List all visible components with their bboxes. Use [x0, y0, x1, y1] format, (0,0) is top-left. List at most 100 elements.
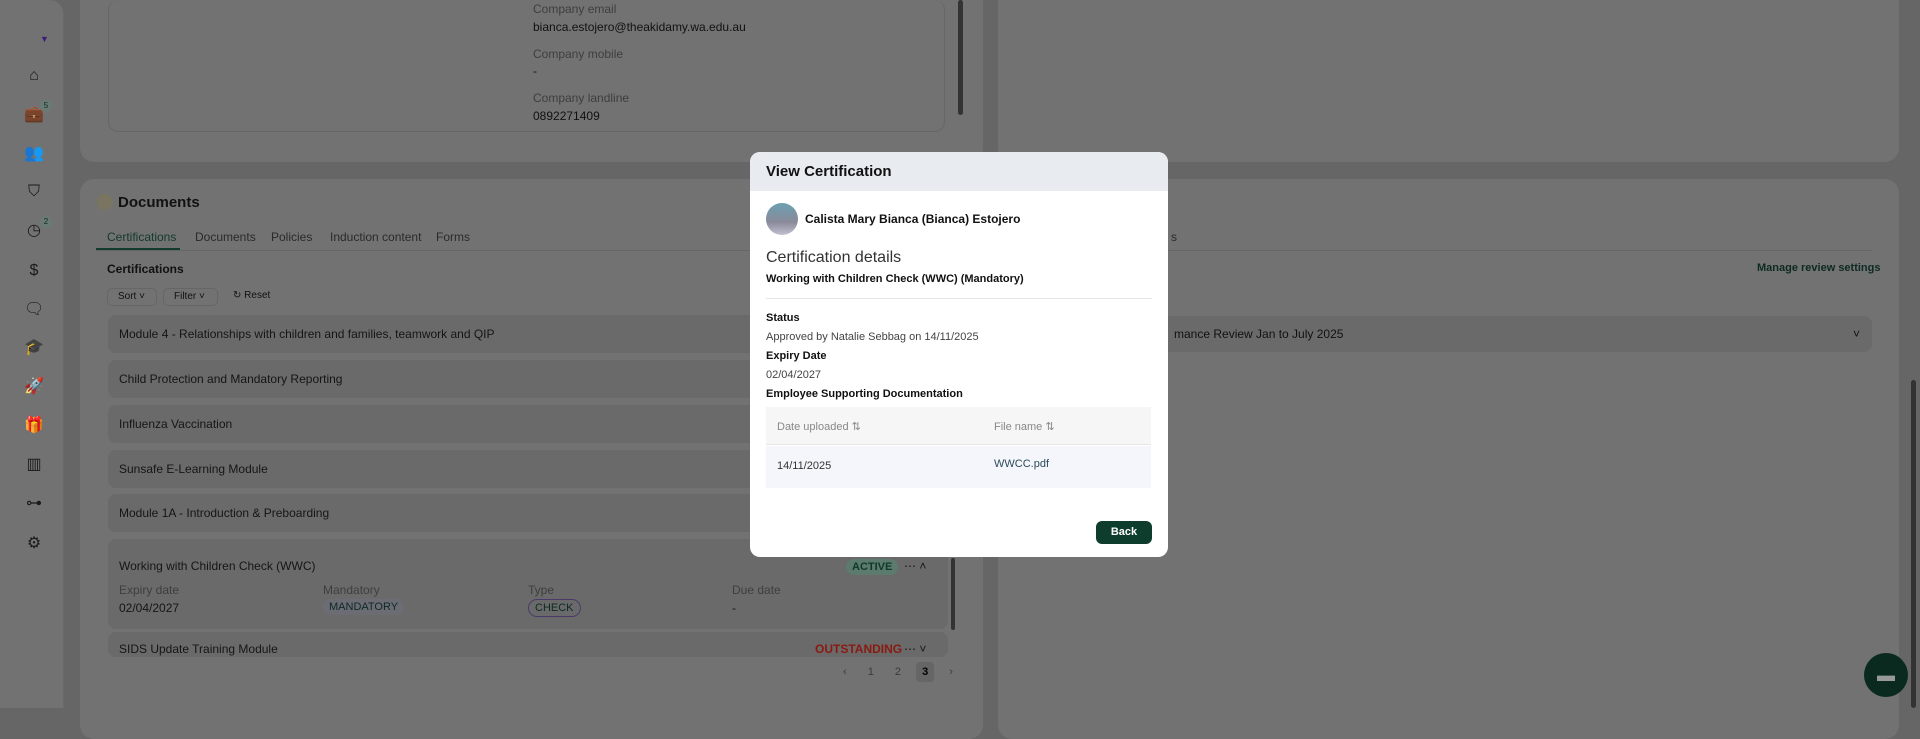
briefcase-badge: 5: [40, 100, 52, 112]
scrollbar[interactable]: [958, 0, 963, 115]
more-icon[interactable]: ⋯ ˄: [904, 559, 926, 573]
contact-panel: Company email bianca.estojero@theakidamy…: [80, 0, 983, 162]
employee-header: Calista Mary Bianca (Bianca) Estojero: [766, 203, 1152, 235]
row-title: Child Protection and Mandatory Reporting: [119, 372, 343, 386]
docs-label: Employee Supporting Documentation: [766, 388, 963, 400]
pagination: ‹ 1 2 3 ›: [843, 662, 953, 682]
tabs-divider: [96, 250, 750, 251]
clock-badge: 2: [40, 216, 52, 228]
home-icon[interactable]: ⌂: [24, 66, 44, 86]
tab-reviews[interactable]: s: [1171, 230, 1177, 244]
review-title: mance Review Jan to July 2025: [1174, 327, 1344, 341]
bar-chart-icon[interactable]: ▥: [24, 455, 44, 475]
landline-label: Company landline: [533, 91, 630, 105]
mandatory-badge: MANDATORY: [323, 599, 405, 615]
row-title: Sunsafe E-Learning Module: [119, 462, 268, 476]
sort-icon[interactable]: ⇅: [1045, 421, 1054, 433]
status-badge: ACTIVE: [846, 559, 899, 575]
gift-icon[interactable]: 🎁: [24, 416, 44, 436]
right-top-panel: [998, 0, 1899, 162]
due-label: Due date: [732, 583, 781, 597]
row-title: Working with Children Check (WWC): [119, 559, 316, 573]
graduation-cap-icon[interactable]: 🎓: [24, 338, 44, 358]
org-chart-icon[interactable]: ⊶: [24, 494, 44, 514]
tab-forms[interactable]: Forms: [436, 230, 470, 244]
sort-icon[interactable]: ⇅: [852, 421, 861, 433]
row-title: Influenza Vaccination: [119, 417, 233, 431]
type-label: Type: [528, 583, 555, 597]
landline-value: 0892271409: [533, 109, 600, 123]
col-date-label: Date uploaded: [777, 421, 849, 433]
avatar: [766, 203, 798, 235]
status-badge: OUTSTANDING: [815, 642, 903, 656]
certification-name: Working with Children Check (WWC) (Manda…: [766, 273, 1024, 285]
manage-review-settings-link[interactable]: Manage review settings: [1757, 262, 1881, 274]
tabs-divider: [1168, 250, 1872, 251]
tab-policies[interactable]: Policies: [271, 230, 312, 244]
col-file-name[interactable]: File name ⇅: [994, 420, 1055, 433]
mandatory-label: Mandatory: [323, 583, 380, 597]
active-tab-underline: [96, 248, 180, 250]
table-row: 14/11/2025 WWCC.pdf: [766, 446, 1151, 488]
tab-certifications[interactable]: Certifications: [107, 230, 176, 244]
status-label: Status: [766, 312, 800, 324]
expiry-label: Expiry Date: [766, 350, 827, 362]
sidebar: ▼ ⌂ 💼 5 👥 ⛉ ◷ 2 $ 🗨 🎓 🚀 🎁 ▥ ⊶ ⚙: [0, 0, 64, 708]
back-button[interactable]: Back: [1096, 521, 1152, 544]
reset-button[interactable]: ↻ Reset: [233, 290, 270, 301]
prev-page-icon[interactable]: ‹: [843, 666, 847, 678]
due-value: -: [732, 601, 736, 615]
page-2[interactable]: 2: [895, 666, 901, 678]
chat-icon[interactable]: 🗨: [24, 300, 44, 320]
email-value: bianca.estojero@theakidamy.wa.edu.au: [533, 20, 746, 34]
contact-card: Company email bianca.estojero@theakidamy…: [108, 0, 945, 132]
docs-table: Date uploaded ⇅ File name ⇅ 14/11/2025 W…: [766, 407, 1152, 488]
email-label: Company email: [533, 2, 617, 16]
expiry-value: 02/04/2027: [119, 601, 180, 615]
filter-button[interactable]: Filter ˅: [163, 288, 218, 306]
page-3[interactable]: 3: [916, 662, 935, 682]
dropdown-caret-icon[interactable]: ▼: [40, 34, 49, 44]
more-icon[interactable]: ⋯ ˅: [904, 632, 926, 657]
row-title: SIDS Update Training Module: [119, 642, 278, 656]
type-badge: CHECK: [528, 599, 581, 617]
shield-check-icon[interactable]: ⛉: [24, 182, 44, 202]
gear-icon[interactable]: ⚙: [24, 534, 44, 554]
expiry-value: 02/04/2027: [766, 369, 822, 381]
page-1[interactable]: 1: [868, 666, 874, 678]
next-page-icon[interactable]: ›: [949, 666, 953, 678]
sort-label: Sort: [118, 291, 137, 302]
date-cell: 14/11/2025: [777, 460, 832, 472]
reset-icon: ↻: [233, 290, 242, 301]
chat-button[interactable]: ▬: [1864, 653, 1908, 697]
divider: [766, 298, 1152, 299]
section-heading: Certifications: [107, 262, 184, 276]
sort-button[interactable]: Sort ˅: [107, 288, 157, 306]
tab-documents[interactable]: Documents: [195, 230, 256, 244]
expiry-label: Expiry date: [119, 583, 180, 597]
people-icon[interactable]: 👥: [24, 144, 44, 164]
list-item[interactable]: SIDS Update Training Module OUTSTANDING …: [108, 632, 948, 657]
row-title: Module 4 - Relationships with children a…: [119, 327, 495, 341]
file-link[interactable]: WWCC.pdf: [994, 458, 1049, 470]
filter-label: Filter: [174, 291, 197, 302]
col-file-label: File name: [994, 421, 1043, 433]
chevron-down-icon[interactable]: ˅: [1853, 316, 1860, 352]
view-certification-modal: View Certification Calista Mary Bianca (…: [750, 152, 1168, 557]
rocket-icon[interactable]: 🚀: [24, 377, 44, 397]
dollar-icon[interactable]: $: [24, 261, 44, 281]
table-header: Date uploaded ⇅ File name ⇅: [766, 407, 1151, 445]
mobile-label: Company mobile: [533, 47, 624, 61]
documents-title: Documents: [118, 194, 200, 211]
details-heading: Certification details: [766, 249, 902, 266]
reset-label: Reset: [244, 290, 271, 301]
page-scrollbar[interactable]: [1911, 380, 1916, 708]
col-date-uploaded[interactable]: Date uploaded ⇅: [777, 420, 861, 433]
list-scrollbar[interactable]: [951, 558, 955, 630]
row-title: Module 1A - Introduction & Preboarding: [119, 506, 330, 520]
modal-title: View Certification: [750, 152, 1168, 191]
status-value: Approved by Natalie Sebbag on 14/11/2025: [766, 331, 979, 343]
mobile-value: -: [533, 64, 537, 78]
tab-induction-content[interactable]: Induction content: [330, 230, 421, 244]
employee-name: Calista Mary Bianca (Bianca) Estojero: [805, 212, 1021, 226]
